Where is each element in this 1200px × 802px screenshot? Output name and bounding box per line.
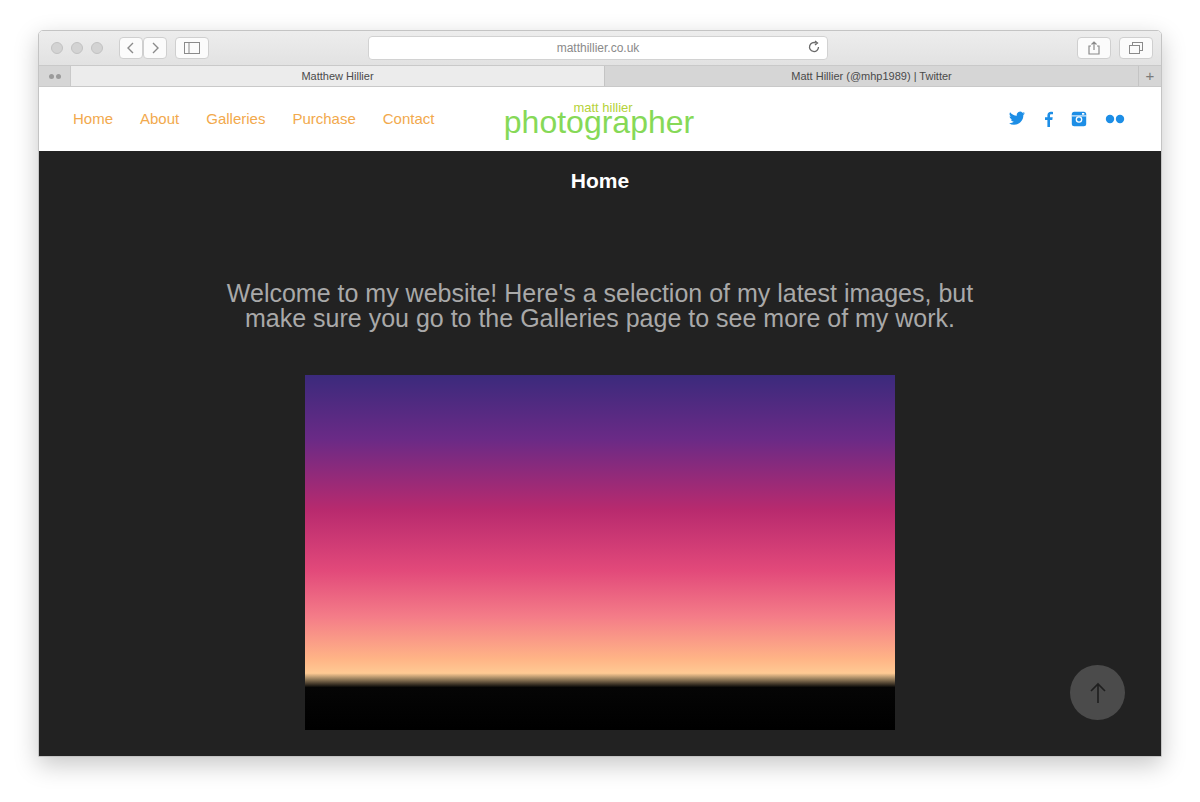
site-logo[interactable]: matt hillier photographer (496, 101, 702, 138)
back-button[interactable] (119, 37, 143, 59)
logo-bottom-text: photographer (504, 106, 694, 138)
tabs-overview-button[interactable] (1119, 37, 1153, 59)
tab-label: Matt Hillier (@mhp1989) | Twitter (791, 68, 952, 85)
share-icon (1088, 41, 1100, 55)
twitter-icon[interactable] (1008, 111, 1026, 127)
scroll-to-top-button[interactable] (1070, 665, 1125, 720)
address-bar[interactable]: matthillier.co.uk (368, 36, 828, 60)
browser-tab[interactable]: Matt Hillier (@mhp1989) | Twitter (605, 66, 1139, 86)
reload-icon[interactable] (807, 40, 821, 54)
flickr-icon[interactable] (1105, 114, 1125, 124)
tab-bar: Matthew Hillier Matt Hillier (@mhp1989) |… (39, 65, 1161, 87)
url-text: matthillier.co.uk (557, 39, 640, 57)
tab-grip-icon (39, 66, 71, 86)
history-buttons (119, 37, 167, 59)
nav-link[interactable]: Galleries (206, 108, 265, 131)
intro-text: Welcome to my website! Here's a selectio… (220, 281, 980, 331)
close-button[interactable] (51, 42, 63, 54)
site-content: Home Welcome to my website! Here's a sel… (39, 151, 1161, 756)
sidebar-button[interactable] (175, 37, 209, 59)
back-arrow-icon (126, 42, 136, 54)
forward-button[interactable] (143, 37, 167, 59)
nav-link[interactable]: About (140, 108, 179, 131)
tabs-icon (1129, 42, 1143, 54)
social-links (702, 111, 1125, 127)
nav-link[interactable]: Purchase (292, 108, 355, 131)
site-nav: Home About Galleries Purchase Contact (73, 108, 496, 131)
nav-link[interactable]: Home (73, 108, 113, 131)
up-arrow-icon (1089, 682, 1107, 704)
title-bar: matthillier.co.uk (39, 31, 1161, 65)
sidebar-icon (184, 42, 200, 54)
forward-arrow-icon (150, 42, 160, 54)
minimize-button[interactable] (71, 42, 83, 54)
sunset-photo[interactable] (305, 375, 895, 730)
page-title: Home (571, 165, 629, 197)
site-header: Home About Galleries Purchase Contact matt h… (39, 87, 1161, 151)
browser-window: matthillier.co.uk Matthew Hillier Matt Hi… (38, 30, 1162, 757)
browser-tab[interactable]: Matthew Hillier (71, 66, 605, 86)
facebook-icon[interactable] (1044, 111, 1053, 127)
instagram-icon[interactable] (1071, 111, 1087, 127)
new-tab-button[interactable]: + (1139, 66, 1161, 86)
tab-label: Matthew Hillier (301, 68, 373, 85)
nav-link[interactable]: Contact (383, 108, 435, 131)
share-button[interactable] (1077, 37, 1111, 59)
zoom-button[interactable] (91, 42, 103, 54)
